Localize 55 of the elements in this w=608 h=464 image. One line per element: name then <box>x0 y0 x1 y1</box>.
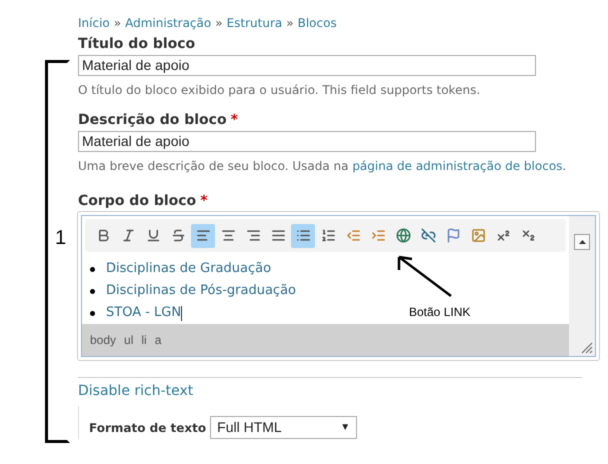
text-cursor <box>181 306 182 320</box>
bullet-icon <box>90 266 95 272</box>
disable-rich-text-link[interactable]: Disable rich-text <box>78 381 194 402</box>
annotation-arrow <box>395 254 453 298</box>
subscript-icon <box>520 228 536 243</box>
justify-icon <box>270 228 286 243</box>
superscript-icon <box>496 228 510 243</box>
content-link[interactable]: STOA - LGN <box>106 303 182 323</box>
toolbar-button[interactable] <box>191 224 215 248</box>
field-label: Título do bloco <box>78 35 196 53</box>
required-mark: * <box>230 111 238 129</box>
field-label: Descrição do bloco <box>78 111 227 129</box>
path-item[interactable]: a <box>154 331 162 349</box>
breadcrumb-separator: » <box>114 15 122 32</box>
indent-icon <box>370 228 386 243</box>
help-text: O título do bloco exibido para o usuário. This field supports tokens. <box>78 82 480 99</box>
align-left-icon <box>196 228 210 243</box>
annotation-label: Botão LINK <box>409 304 470 321</box>
annotation-number: 1 <box>55 226 66 250</box>
strikethrough-icon <box>170 228 186 243</box>
title-input[interactable]: Material de apoio <box>78 55 536 76</box>
format-select[interactable]: Full HTML ▼ <box>210 416 358 439</box>
resize-grip-icon[interactable] <box>581 342 593 354</box>
breadcrumb-separator: » <box>215 15 223 32</box>
outdent-icon <box>346 228 360 243</box>
format-label: Formato de texto <box>89 420 206 436</box>
content-link[interactable]: Disciplinas de Graduação <box>106 259 272 279</box>
underline-icon <box>146 228 160 243</box>
bullet-icon <box>90 310 95 316</box>
path-item[interactable]: li <box>141 331 147 349</box>
field-label: Corpo do bloco <box>78 192 196 210</box>
unlink-icon <box>420 228 436 243</box>
align-right-icon <box>246 228 260 243</box>
breadcrumb-link[interactable]: Administração <box>125 14 212 32</box>
breadcrumb-link[interactable]: Início <box>78 14 110 32</box>
align-center-icon <box>220 228 236 243</box>
breadcrumb-separator: » <box>286 15 294 32</box>
bullet-list-icon <box>296 228 310 243</box>
path-item[interactable]: ul <box>124 331 134 349</box>
scroll-up-icon[interactable] <box>574 234 590 250</box>
bullet-icon <box>90 288 95 294</box>
breadcrumb-link[interactable]: Estrutura <box>226 14 282 32</box>
help-text: Uma breve descrição de seu bloco. Usada na página de administração de blocos. <box>78 158 568 175</box>
admin-link[interactable]: página de administração de blocos <box>352 159 562 173</box>
flag-icon <box>446 228 460 243</box>
globe-link-icon <box>396 228 410 243</box>
italic-icon <box>120 228 136 243</box>
required-mark: * <box>200 192 208 210</box>
content-link[interactable]: Disciplinas de Pós-graduação <box>106 281 296 301</box>
breadcrumb-link[interactable]: Blocos <box>298 14 337 32</box>
path-item[interactable]: body <box>90 331 116 349</box>
numbered-list-icon <box>320 228 336 243</box>
description-input[interactable]: Material de apoio <box>78 131 536 152</box>
toolbar-button[interactable] <box>291 224 315 248</box>
image-icon <box>470 228 486 243</box>
